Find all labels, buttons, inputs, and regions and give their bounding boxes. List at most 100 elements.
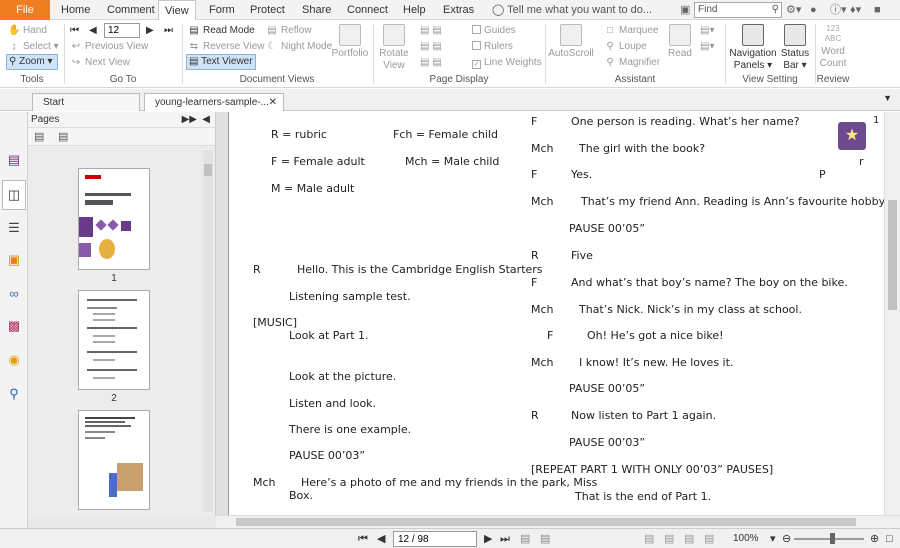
file-menu[interactable]: File [0, 0, 50, 20]
bookmarks-icon[interactable]: ▤ [6, 152, 22, 168]
find-input[interactable]: Find ⚲ [694, 2, 782, 18]
bell-icon[interactable]: ♦▾ [850, 2, 861, 18]
autoscroll-button[interactable]: AutoScroll [548, 24, 594, 60]
document-vertical-scrollbar[interactable] [884, 112, 900, 515]
tab-form[interactable]: Form [209, 0, 235, 20]
zoom-dropdown-icon[interactable]: ▾ [770, 532, 776, 546]
close-icon[interactable]: ✕ [269, 94, 277, 111]
search-icon[interactable]: ⚲ [772, 3, 779, 17]
line-weights-checkbox[interactable]: ✓ Line Weights [472, 56, 542, 70]
guides-checkbox[interactable]: Guides [472, 24, 516, 38]
magnifier-button[interactable]: ⚲ Magnifier [604, 56, 660, 70]
page-thumbnail[interactable] [78, 290, 150, 390]
tab-help[interactable]: Help [403, 0, 426, 20]
text-viewer-button[interactable]: ▤ Text Viewer [186, 54, 256, 70]
navigation-panels-button[interactable]: Navigation Panels ▾ [729, 24, 777, 72]
select-tool[interactable]: ↨ Select ▾ [8, 40, 59, 54]
facing-continuous-icon[interactable]: ▤ [704, 532, 714, 546]
tab-document[interactable]: young-learners-sample-... ✕ [144, 93, 284, 111]
status-bar-button[interactable]: Status Bar ▾ [778, 24, 812, 72]
prev-page-icon[interactable]: ◀ [377, 532, 385, 546]
comments-icon[interactable]: ▣ [6, 252, 22, 268]
lock-icon[interactable]: ◉ [6, 352, 22, 368]
layers-icon[interactable]: ☰ [6, 220, 22, 236]
zoom-slider-handle[interactable] [830, 533, 835, 544]
tab-comment[interactable]: Comment [107, 0, 155, 20]
read-button[interactable]: Read [664, 24, 696, 60]
loupe-button[interactable]: ⚲ Loupe [604, 40, 646, 54]
page-thumbnail[interactable] [78, 410, 150, 510]
single-page-icon[interactable]: ▤ [644, 532, 654, 546]
zoom-tool[interactable]: ⚲ Zoom ▾ [6, 54, 58, 70]
page-thumbnail[interactable] [78, 168, 150, 270]
doc-line: r [859, 155, 864, 168]
first-page-button[interactable]: ⏮ [70, 24, 79, 38]
pages-horizontal-scrollbar[interactable] [28, 516, 216, 528]
doc-line: Oh! He’s got a nice bike! [587, 329, 724, 342]
night-mode-button[interactable]: ☾ Night Mode [266, 40, 333, 54]
read-mode-button[interactable]: ▤ Read Mode [188, 24, 254, 38]
next-view-button[interactable]: ↪ Next View [70, 56, 130, 70]
collapse-icon[interactable]: ◀ [202, 112, 210, 128]
last-page-button[interactable]: ⏭ [164, 24, 173, 38]
expand-icon[interactable]: ▶▶ [182, 112, 197, 128]
tab-extras[interactable]: Extras [443, 0, 474, 20]
tab-connect[interactable]: Connect [347, 0, 388, 20]
tell-me-search[interactable]: ◯ Tell me what you want to do... [492, 0, 652, 20]
zoom-in-icon[interactable]: ⊕ [870, 532, 879, 546]
help-icon[interactable]: ⓘ▾ [830, 2, 847, 18]
chevron-down-icon[interactable]: ▼ [883, 93, 892, 103]
extract-page-icon[interactable]: ▤ [540, 532, 550, 546]
read-options-icon[interactable]: ▤▾ [700, 24, 714, 38]
reflow-button[interactable]: ▤ Reflow [266, 24, 311, 38]
tab-home[interactable]: Home [61, 0, 90, 20]
copy-page-icon[interactable]: ▤ [520, 532, 530, 546]
page-options-icon[interactable]: ▤ [34, 130, 44, 143]
previous-view-button[interactable]: ↩ Previous View [70, 40, 148, 54]
hand-tool[interactable]: ✋ Hand [8, 24, 47, 38]
marquee-button[interactable]: □ Marquee [604, 24, 659, 38]
first-page-icon[interactable]: ⏮ [358, 532, 368, 546]
doc-line: Fch = Female child [393, 128, 498, 141]
page-layout-icon[interactable]: ▤ ▤ [420, 56, 442, 70]
word-count-button[interactable]: 123 ABC Word Count [818, 24, 848, 70]
reverse-icon: ⇆ [189, 41, 199, 52]
goto-page-input[interactable] [104, 23, 140, 38]
user-icon[interactable]: ● [810, 2, 817, 18]
next-page-icon[interactable]: ▶ [484, 532, 492, 546]
page-number-input[interactable] [393, 531, 477, 547]
tab-view[interactable]: View [158, 0, 196, 21]
attachments-icon[interactable]: ∞ [6, 286, 22, 302]
zoom-slider[interactable] [794, 538, 864, 540]
doc-speaker: F [547, 329, 554, 342]
page-layout-icon[interactable]: ▤ ▤ [420, 24, 442, 38]
document-horizontal-scrollbar[interactable] [216, 515, 900, 528]
pages-scrollbar[interactable] [203, 150, 213, 512]
settings-icon[interactable]: ⚙▾ [786, 2, 801, 18]
zoom-level[interactable]: 100% [733, 532, 759, 546]
page-zoom-icon[interactable]: ▤ [58, 130, 68, 143]
rulers-checkbox[interactable]: Rulers [472, 40, 513, 54]
search-icon[interactable]: ⚲ [6, 386, 22, 402]
tab-start[interactable]: Start [32, 93, 140, 111]
zoom-out-icon[interactable]: ⊖ [782, 532, 791, 546]
doc-speaker: Mch [531, 356, 554, 369]
account-icon[interactable]: ■ [874, 2, 881, 18]
tab-protect[interactable]: Protect [250, 0, 285, 20]
tab-share[interactable]: Share [302, 0, 331, 20]
signatures-icon[interactable]: ▩ [6, 318, 22, 334]
page-layout-icon[interactable]: ▤ ▤ [420, 40, 442, 54]
continuous-icon[interactable]: ▤ [664, 532, 674, 546]
portfolio-button[interactable]: Portfolio [330, 24, 370, 60]
rotate-view-button[interactable]: Rotate View [376, 24, 412, 72]
fullscreen-icon[interactable]: □ [886, 532, 893, 546]
reverse-view-button[interactable]: ⇆ Reverse View [188, 40, 265, 54]
tag-icon[interactable]: ▣ [680, 2, 690, 18]
lightbulb-icon[interactable]: ★ [838, 122, 866, 150]
pages-icon[interactable]: ◫ [2, 180, 26, 210]
last-page-icon[interactable]: ⏭ [500, 532, 510, 546]
next-page-button[interactable]: ▶ [146, 24, 154, 38]
read-options-icon[interactable]: ▤▾ [700, 40, 714, 54]
prev-page-button[interactable]: ◀ [89, 24, 97, 38]
facing-icon[interactable]: ▤ [684, 532, 694, 546]
